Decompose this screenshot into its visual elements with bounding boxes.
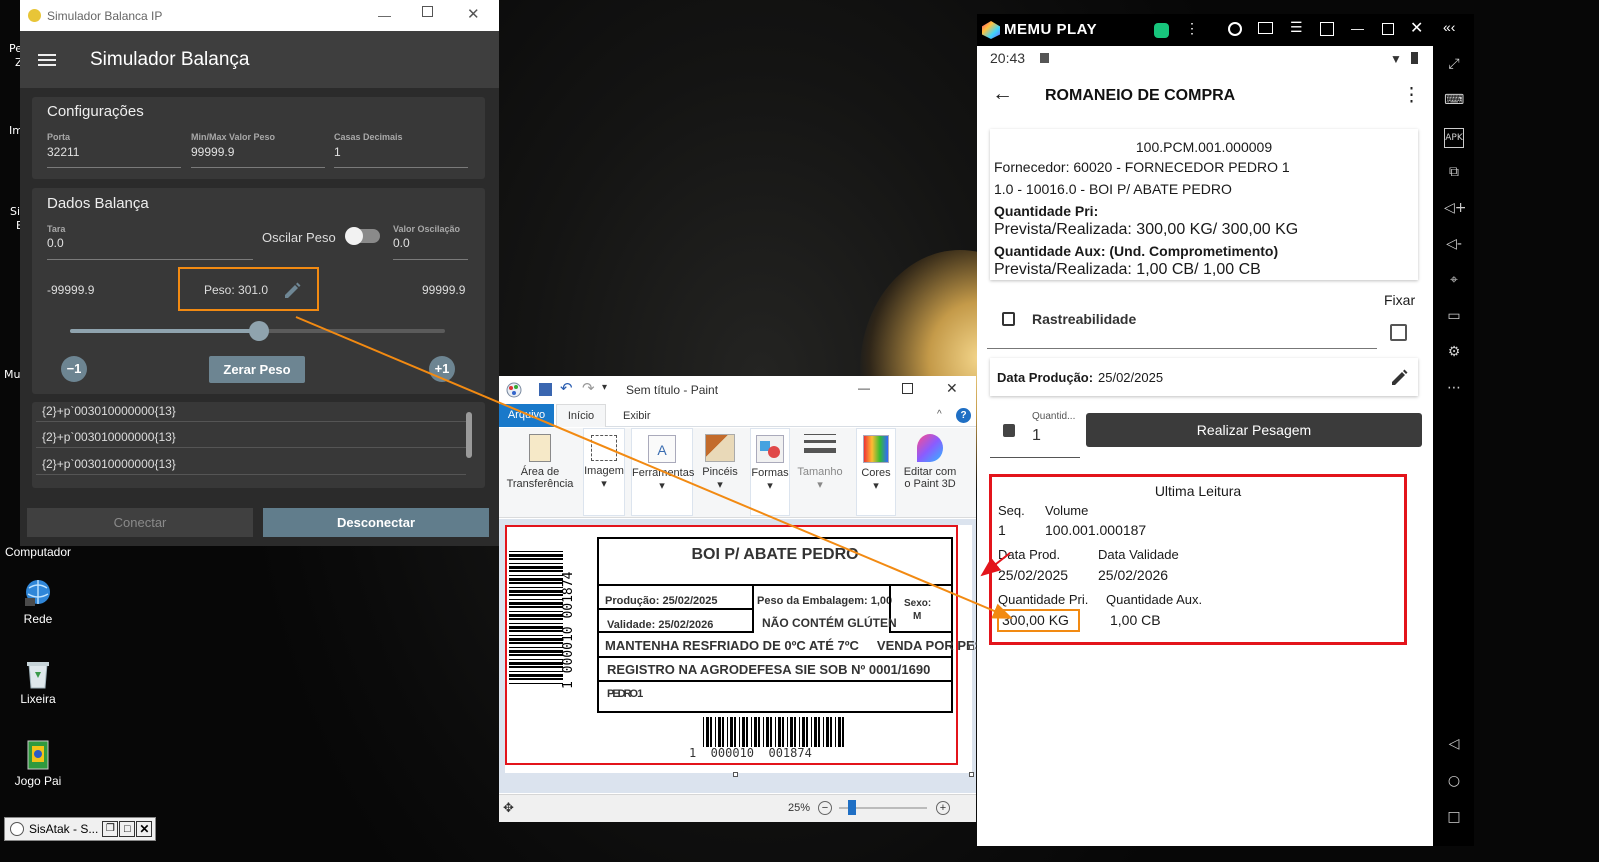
red-arrow bbox=[980, 552, 1011, 577]
orange-arrow bbox=[295, 316, 1013, 619]
annotation-overlay bbox=[295, 316, 1013, 619]
